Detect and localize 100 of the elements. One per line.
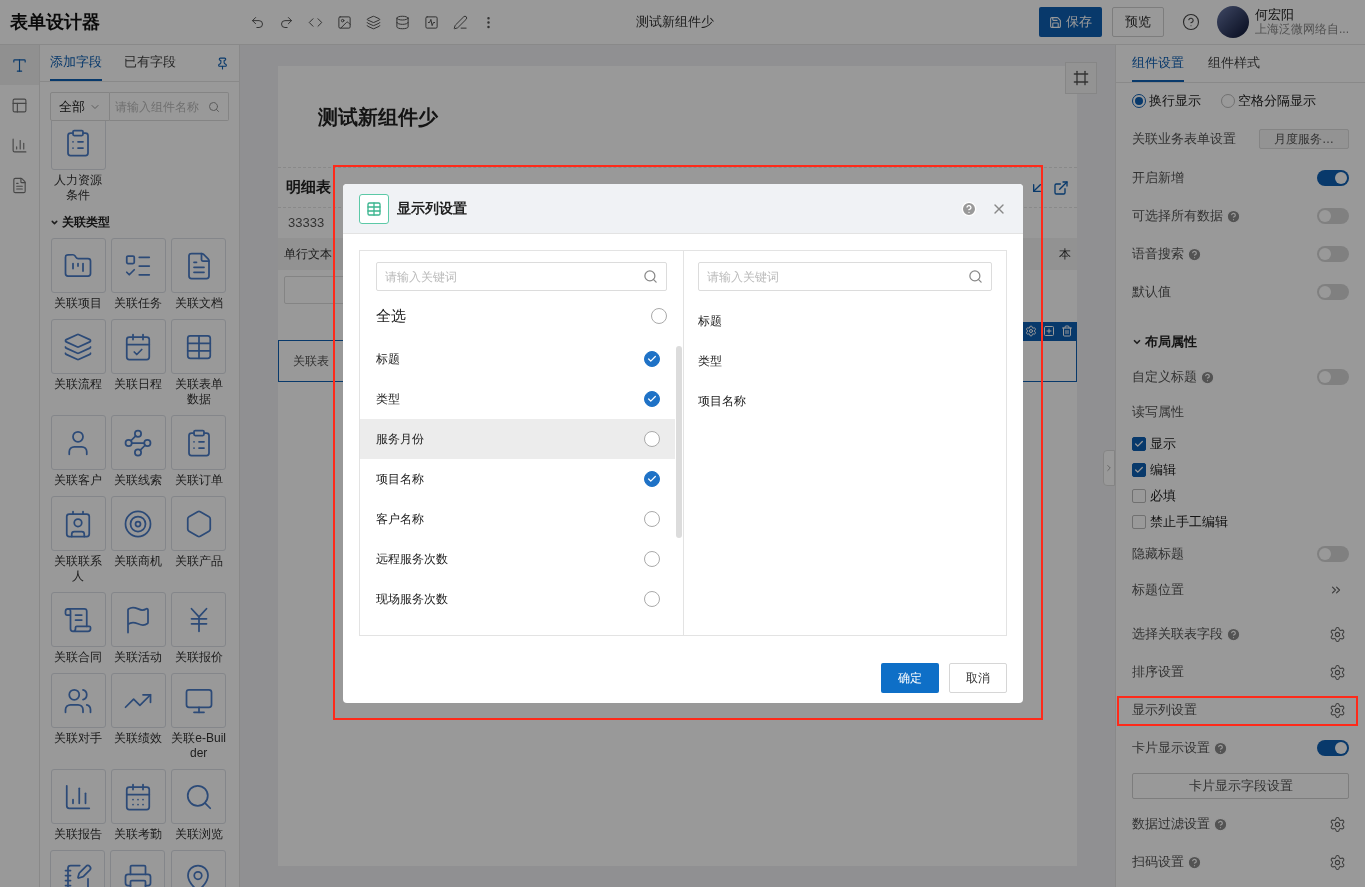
preview-button[interactable]: 预览 [1112,7,1164,37]
component-tile[interactable] [171,319,227,374]
redo-button[interactable] [278,14,294,30]
component-label: 关联报价 [174,650,223,665]
fit-screen-button[interactable] [1065,62,1097,94]
toggle-switch[interactable] [1317,284,1349,300]
toggle-switch[interactable] [1317,546,1349,562]
confirm-button[interactable]: 确定 [881,663,939,693]
search-icon [208,100,220,113]
database-button[interactable] [394,14,410,30]
component-label: 关联任务 [114,296,163,311]
toggle-switch[interactable] [1317,740,1349,756]
export-icon[interactable] [1053,179,1069,196]
component-tile[interactable] [110,415,166,470]
image-button[interactable] [336,14,352,30]
setting-label: 数据过滤设置 [1132,815,1210,834]
selected-column[interactable]: 标题 [698,312,722,330]
component-tile[interactable] [171,673,227,728]
component-label: 关联对手 [54,731,102,746]
component-tile[interactable] [50,592,106,647]
component-tile[interactable] [50,415,106,470]
component-tile[interactable] [50,673,106,728]
search-input[interactable]: 请输入关键词 [385,267,643,286]
column-header: 本 [1059,246,1071,263]
checkbox-label: 编辑 [1150,461,1176,480]
checkbox[interactable] [1132,515,1146,529]
component-tile[interactable] [110,238,166,293]
radio-label: 换行显示 [1149,92,1201,111]
toggle-switch[interactable] [1317,246,1349,262]
component-label: 关联项目 [54,296,102,311]
cancel-button[interactable]: 取消 [949,663,1007,693]
component-tile[interactable] [50,769,106,824]
panel-collapse-handle[interactable] [1103,450,1115,486]
panel-tab[interactable]: 已有字段 [124,45,176,81]
setting-label: 可选择所有数据 [1132,207,1223,226]
component-tile[interactable] [171,496,227,551]
toggle-switch[interactable] [1317,170,1349,186]
delete-icon[interactable] [1061,325,1073,337]
table-description: 33333 [288,214,325,233]
help-icon[interactable] [1182,13,1200,31]
selected-column[interactable]: 项目名称 [698,392,746,410]
component-tile[interactable] [50,238,106,293]
undo-button[interactable] [249,14,265,30]
settings-icon[interactable] [1329,853,1346,871]
component-tile[interactable] [171,592,227,647]
notebook-icon [62,862,93,887]
document-icon [11,176,28,194]
save-button[interactable]: 保存 [1039,7,1102,37]
component-label: 关联线索 [114,473,163,488]
pen-button[interactable] [452,14,468,30]
activity-button[interactable] [423,14,439,30]
toggle-switch[interactable] [1317,208,1349,224]
collapse-caret-icon[interactable] [1132,337,1142,347]
layers-button[interactable] [365,14,381,30]
component-tile[interactable] [110,496,166,551]
component-tile[interactable] [110,673,166,728]
undo-icon [249,14,265,30]
component-tile[interactable] [50,319,106,374]
component-tile[interactable] [171,415,227,470]
settings-icon[interactable] [1329,625,1346,643]
pen-icon [452,14,468,30]
column-option[interactable]: 服务月份 [360,419,675,459]
component-tile[interactable] [110,769,166,824]
checkbox-label: 显示 [1150,435,1176,454]
settings-icon[interactable] [1329,701,1346,719]
category-dropdown[interactable]: 全部 [50,92,110,121]
form-select-button[interactable]: 月度服务… [1259,129,1349,149]
search-field[interactable]: 请输入关键词 [698,262,992,291]
checkbox[interactable] [1132,489,1146,503]
settings-tab[interactable]: 组件设置 [1132,46,1184,82]
text-icon [11,56,28,74]
check-icon [647,394,657,404]
search-field[interactable]: 请输入关键词 [376,262,667,291]
component-label: 关联活动 [114,650,163,665]
component-tile[interactable] [110,592,166,647]
component-tile[interactable] [171,769,227,824]
toggle-switch[interactable] [1317,369,1349,385]
target-icon [123,508,154,539]
component-tile[interactable] [171,238,227,293]
component-tile[interactable] [110,319,166,374]
card-fields-button[interactable]: 卡片显示字段设置 [1132,773,1349,799]
checkbox[interactable] [1132,437,1146,451]
selected-column[interactable]: 类型 [698,352,722,370]
settings-tab[interactable]: 组件样式 [1208,46,1260,82]
sidebar-tab[interactable] [0,45,39,85]
settings-icon[interactable] [1329,663,1346,681]
avatar[interactable] [1217,6,1249,38]
search-input[interactable]: 请输入关键词 [707,267,968,286]
setting-label: 排序设置 [1132,663,1184,682]
pin-icon[interactable] [216,57,229,70]
component-label: 关联订单 [174,473,223,488]
setting-label: 读写属性 [1132,403,1184,422]
double-chevron-icon[interactable] [1329,583,1343,597]
component-tile[interactable] [50,496,106,551]
panel-tab[interactable]: 添加字段 [50,45,102,81]
settings-icon[interactable] [1329,815,1346,833]
component-tile[interactable] [50,121,106,170]
checkbox[interactable] [1132,463,1146,477]
document-title: 测试新组件少 [635,13,715,32]
frame-icon [1073,70,1089,86]
